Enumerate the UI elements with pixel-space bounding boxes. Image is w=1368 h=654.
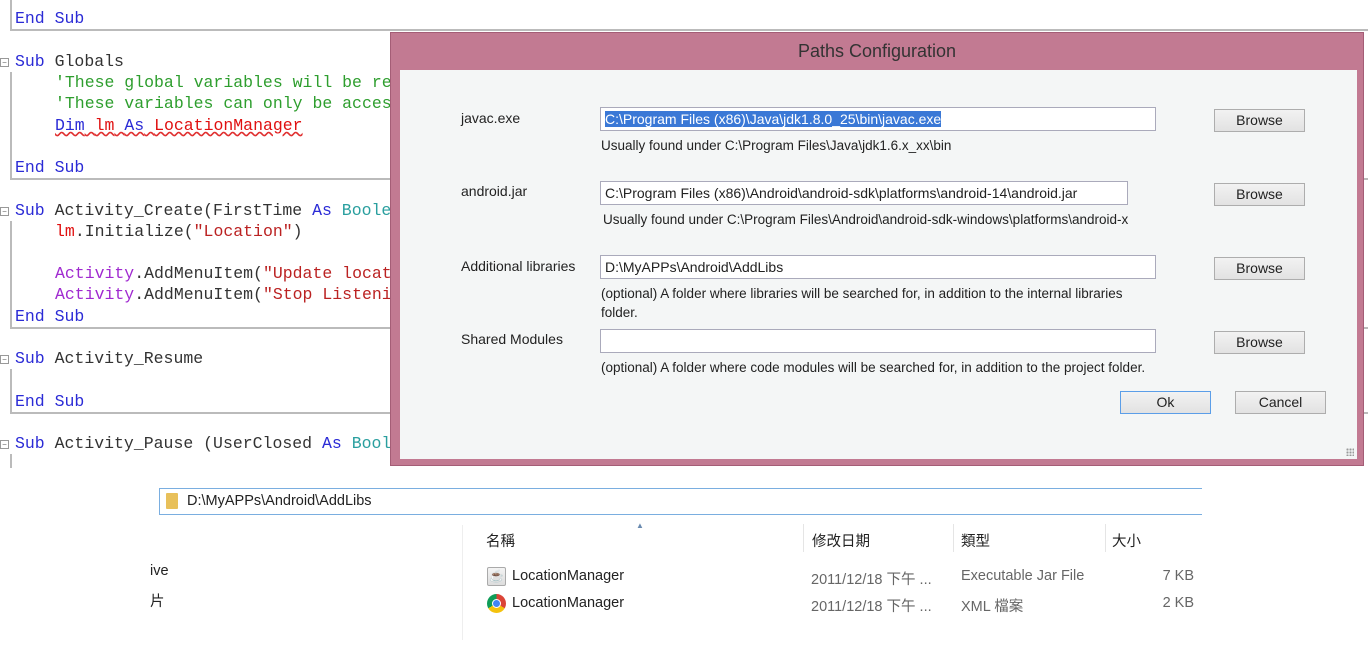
column-divider bbox=[1105, 524, 1106, 552]
resize-grip-icon[interactable] bbox=[1346, 448, 1354, 456]
column-header-date[interactable]: 修改日期 bbox=[812, 530, 870, 551]
block-bracket bbox=[10, 454, 12, 468]
chrome-xml-icon bbox=[487, 594, 506, 613]
code-line: Activity.AddMenuItem("Stop Listeni bbox=[55, 285, 392, 304]
code-line: Sub Activity_Create(FirstTime As Boole bbox=[15, 201, 392, 220]
column-header-name[interactable]: 名稱 bbox=[486, 530, 515, 551]
additional-libraries-input[interactable]: D:\MyAPPs\Android\AddLibs bbox=[600, 255, 1156, 279]
android-jar-hint: Usually found under C:\Program Files\And… bbox=[603, 212, 1129, 227]
additional-libraries-browse-button[interactable]: Browse bbox=[1214, 257, 1305, 280]
code-line: 'These variables can only be acces bbox=[55, 94, 392, 113]
shared-modules-browse-button[interactable]: Browse bbox=[1214, 331, 1305, 354]
javac-label: javac.exe bbox=[461, 110, 521, 126]
android-jar-browse-button[interactable]: Browse bbox=[1214, 183, 1305, 206]
shared-modules-label: Shared Modules bbox=[461, 331, 563, 347]
java-jar-icon: ☕ bbox=[487, 567, 506, 586]
file-date: 2011/12/18 下午 ... bbox=[811, 599, 932, 615]
code-line: lm.Initialize("Location") bbox=[55, 222, 303, 241]
file-date: 2011/12/18 下午 ... bbox=[811, 572, 932, 588]
separator bbox=[10, 29, 1368, 31]
code-line: Sub Activity_Pause (UserClosed As Bool bbox=[15, 434, 392, 453]
code-line: Sub Activity_Resume bbox=[15, 349, 204, 368]
file-size: 7 KB bbox=[1162, 568, 1194, 584]
code-line: Dim lm As LocationManager bbox=[55, 116, 303, 135]
code-line: End Sub bbox=[15, 158, 85, 177]
block-bracket bbox=[10, 221, 12, 328]
code-line: End Sub bbox=[15, 392, 85, 411]
cancel-button[interactable]: Cancel bbox=[1235, 391, 1326, 414]
javac-path-input[interactable]: C:\Program Files (x86)\Java\jdk1.8.0_25\… bbox=[600, 107, 1156, 131]
ok-button[interactable]: Ok bbox=[1120, 391, 1211, 414]
file-row[interactable]: ☕ LocationManager 2011/12/18 下午 ... Exec… bbox=[480, 565, 1200, 589]
sort-ascending-icon: ▲ bbox=[636, 521, 644, 530]
block-bracket bbox=[10, 72, 12, 180]
explorer-address-bar[interactable]: D:\MyAPPs\Android\AddLibs bbox=[159, 488, 1202, 515]
folder-icon bbox=[166, 493, 178, 509]
file-name: LocationManager bbox=[512, 595, 625, 611]
column-header-size[interactable]: 大小 bbox=[1112, 530, 1141, 551]
file-row[interactable]: LocationManager 2011/12/18 下午 ... XML 檔案… bbox=[480, 592, 1200, 616]
code-line: End Sub bbox=[15, 307, 85, 326]
column-divider bbox=[803, 524, 804, 552]
block-bracket bbox=[10, 0, 12, 30]
collapse-icon[interactable]: − bbox=[0, 355, 9, 364]
nav-item[interactable]: 片 bbox=[150, 590, 165, 611]
file-size: 2 KB bbox=[1162, 595, 1194, 611]
nav-item[interactable]: ive bbox=[150, 563, 169, 579]
column-header-type[interactable]: 類型 bbox=[961, 530, 990, 551]
android-jar-path-input[interactable]: C:\Program Files (x86)\Android\android-s… bbox=[600, 181, 1128, 205]
code-line: Sub Globals bbox=[15, 52, 124, 71]
address-path: D:\MyAPPs\Android\AddLibs bbox=[187, 493, 372, 509]
dialog-body: javac.exe C:\Program Files (x86)\Java\jd… bbox=[400, 70, 1357, 459]
paths-configuration-dialog: Paths Configuration javac.exe C:\Program… bbox=[390, 32, 1364, 466]
collapse-icon[interactable]: − bbox=[0, 440, 9, 449]
dialog-title: Paths Configuration bbox=[797, 41, 957, 61]
column-divider bbox=[953, 524, 954, 552]
shared-modules-input[interactable] bbox=[600, 329, 1156, 353]
collapse-icon[interactable]: − bbox=[0, 58, 9, 67]
file-type: XML 檔案 bbox=[961, 599, 1024, 615]
pane-divider bbox=[462, 525, 463, 640]
code-line: End Sub bbox=[15, 9, 85, 28]
android-jar-label: android.jar bbox=[461, 183, 528, 199]
block-bracket bbox=[10, 369, 12, 413]
shared-modules-hint: (optional) A folder where code modules w… bbox=[601, 360, 1146, 375]
javac-browse-button[interactable]: Browse bbox=[1214, 109, 1305, 132]
javac-hint: Usually found under C:\Program Files\Jav… bbox=[601, 138, 952, 153]
code-line: 'These global variables will be re bbox=[55, 73, 392, 92]
file-name: LocationManager bbox=[512, 568, 625, 584]
code-line: Activity.AddMenuItem("Update locat bbox=[55, 264, 392, 283]
file-type: Executable Jar File bbox=[961, 568, 1085, 584]
additional-libraries-label: Additional libraries bbox=[461, 258, 576, 274]
collapse-icon[interactable]: − bbox=[0, 207, 9, 216]
additional-libraries-hint: (optional) A folder where libraries will… bbox=[601, 286, 1123, 320]
